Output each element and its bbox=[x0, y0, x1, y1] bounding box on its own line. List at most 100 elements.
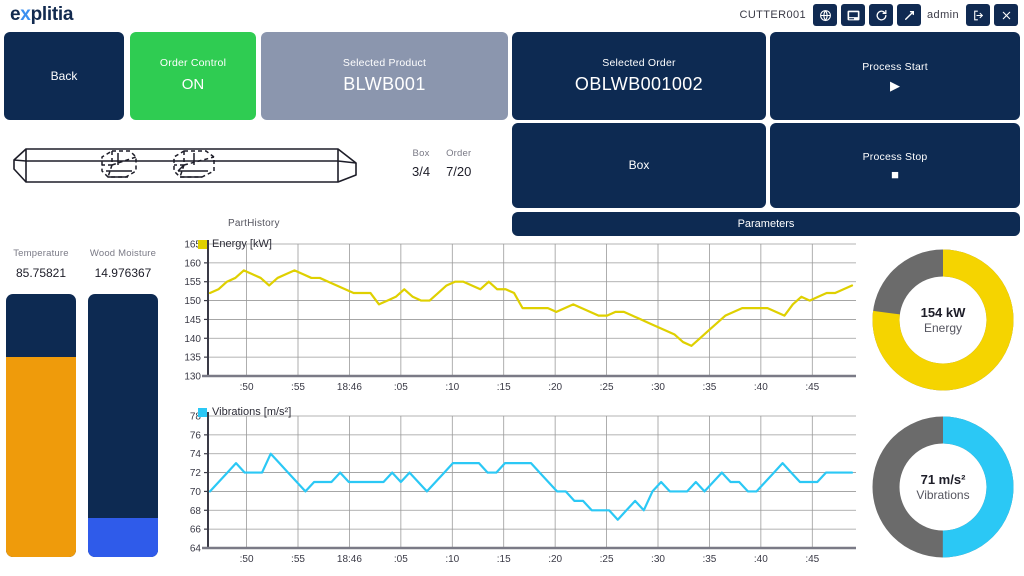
process-stop-title: Process Stop bbox=[862, 150, 928, 163]
order-control-title: Order Control bbox=[159, 57, 227, 70]
gauge-wood-moisture: Wood Moisture 14.976367 bbox=[88, 248, 158, 557]
counter-order-value: 7/20 bbox=[446, 164, 472, 179]
svg-text::15: :15 bbox=[497, 554, 511, 565]
svg-text::50: :50 bbox=[240, 554, 254, 565]
process-dashboard: explitia CUTTER001 admin Back Order Cont… bbox=[0, 0, 1024, 576]
legend-vibrations: Vibrations [m/s²] bbox=[198, 406, 291, 418]
svg-text::55: :55 bbox=[291, 554, 305, 565]
edit-icon[interactable] bbox=[897, 4, 922, 26]
box-button[interactable]: Box bbox=[512, 123, 766, 208]
svg-text::55: :55 bbox=[291, 382, 305, 393]
energy-donut-chart: 154 kW Energy bbox=[868, 245, 1018, 395]
gauge-temperature-label: Temperature bbox=[13, 248, 69, 259]
svg-text:150: 150 bbox=[184, 296, 201, 307]
vibrations-donut-chart: 71 m/s² Vibrations bbox=[868, 412, 1018, 562]
counter-box: Box 3/4 bbox=[412, 148, 430, 179]
svg-text::45: :45 bbox=[805, 554, 819, 565]
process-start-button[interactable]: Process Start ▶ bbox=[770, 32, 1020, 120]
svg-text::40: :40 bbox=[754, 382, 768, 393]
svg-text:64: 64 bbox=[190, 544, 202, 555]
counter-box-title: Box bbox=[412, 148, 430, 159]
counter-order: Order 7/20 bbox=[446, 148, 471, 179]
svg-text:145: 145 bbox=[184, 315, 201, 326]
energy-donut-svg bbox=[872, 249, 1014, 391]
refresh-icon[interactable] bbox=[869, 4, 894, 26]
svg-text:130: 130 bbox=[184, 372, 201, 383]
svg-text:68: 68 bbox=[190, 506, 202, 517]
energy-line-chart: 130135140145150155160165:50:55 18:46:05:1… bbox=[184, 240, 856, 393]
svg-text:18:46: 18:46 bbox=[337, 382, 362, 393]
gauge-temperature-value: 85.75821 bbox=[15, 266, 67, 280]
svg-text::20: :20 bbox=[548, 554, 562, 565]
beam-diagram bbox=[13, 148, 357, 183]
app-header: explitia CUTTER001 admin bbox=[0, 0, 1024, 30]
counters: Box 3/4 Order 7/20 bbox=[412, 148, 471, 179]
svg-text:18:46: 18:46 bbox=[337, 554, 362, 565]
svg-text::25: :25 bbox=[600, 554, 614, 565]
back-button-label: Back bbox=[50, 68, 78, 83]
machine-id-label: CUTTER001 bbox=[739, 9, 807, 21]
svg-text:76: 76 bbox=[190, 430, 202, 441]
svg-text::05: :05 bbox=[394, 554, 408, 565]
order-control-value: ON bbox=[181, 76, 205, 94]
process-stop-button[interactable]: Process Stop ■ bbox=[770, 123, 1020, 208]
svg-text::35: :35 bbox=[702, 554, 716, 565]
svg-text::25: :25 bbox=[600, 382, 614, 393]
svg-text::35: :35 bbox=[702, 382, 716, 393]
header-actions: CUTTER001 admin bbox=[737, 4, 1018, 26]
svg-text::50: :50 bbox=[240, 382, 254, 393]
svg-text::40: :40 bbox=[754, 554, 768, 565]
gauge-wood-moisture-bar bbox=[88, 294, 158, 557]
app-logo: explitia bbox=[10, 4, 74, 25]
selected-order-title: Selected Order bbox=[602, 56, 676, 69]
svg-text:70: 70 bbox=[190, 487, 202, 498]
logout-icon[interactable] bbox=[966, 4, 990, 26]
svg-text:74: 74 bbox=[190, 449, 202, 460]
svg-text:160: 160 bbox=[184, 258, 201, 269]
box-button-label: Box bbox=[628, 158, 650, 173]
selected-order-button[interactable]: Selected Order OBLWB001002 bbox=[512, 32, 766, 120]
chart-section-title: PartHistory bbox=[228, 218, 280, 229]
legend-energy-swatch bbox=[198, 239, 207, 249]
legend-vibrations-swatch bbox=[198, 407, 207, 417]
gauge-temperature: Temperature 85.75821 bbox=[6, 248, 76, 557]
selected-order-value: OBLWB001002 bbox=[574, 73, 704, 94]
gauges: Temperature 85.75821 Wood Moisture 14.97… bbox=[6, 248, 161, 557]
stop-icon: ■ bbox=[891, 167, 899, 183]
svg-text::30: :30 bbox=[651, 554, 665, 565]
order-control-button[interactable]: Order Control ON bbox=[130, 32, 256, 120]
svg-text::10: :10 bbox=[445, 382, 459, 393]
gauge-wood-moisture-fill bbox=[88, 517, 158, 557]
play-icon: ▶ bbox=[890, 77, 900, 93]
svg-text::45: :45 bbox=[805, 382, 819, 393]
svg-text:140: 140 bbox=[184, 334, 201, 345]
svg-text::15: :15 bbox=[497, 382, 511, 393]
gauge-temperature-fill bbox=[6, 357, 76, 557]
svg-text::10: :10 bbox=[445, 554, 459, 565]
legend-energy: Energy [kW] bbox=[198, 238, 272, 250]
vibrations-donut-svg bbox=[872, 416, 1014, 558]
svg-text:135: 135 bbox=[184, 353, 201, 364]
selected-product-button[interactable]: Selected Product BLWB001 bbox=[261, 32, 508, 120]
selected-product-value: BLWB001 bbox=[343, 73, 426, 94]
gauge-wood-moisture-label: Wood Moisture bbox=[89, 248, 157, 259]
back-button[interactable]: Back bbox=[4, 32, 124, 120]
parameters-button-label: Parameters bbox=[737, 217, 795, 230]
selected-product-title: Selected Product bbox=[342, 56, 427, 69]
svg-text::05: :05 bbox=[394, 382, 408, 393]
gauge-wood-moisture-value: 14.976367 bbox=[94, 266, 152, 280]
close-icon[interactable] bbox=[994, 4, 1018, 26]
globe-icon[interactable] bbox=[813, 4, 838, 26]
screenshot-icon[interactable] bbox=[841, 4, 866, 26]
counter-order-title: Order bbox=[446, 148, 472, 159]
svg-text::30: :30 bbox=[651, 382, 665, 393]
legend-vibrations-label: Vibrations [m/s²] bbox=[212, 406, 292, 418]
user-label: admin bbox=[927, 9, 959, 21]
svg-text::20: :20 bbox=[548, 382, 562, 393]
parameters-button[interactable]: Parameters bbox=[512, 212, 1020, 236]
process-start-title: Process Start bbox=[862, 61, 928, 74]
gauge-temperature-bar bbox=[6, 294, 76, 557]
svg-text:72: 72 bbox=[190, 468, 202, 479]
svg-text:155: 155 bbox=[184, 277, 201, 288]
logo-accent: x bbox=[20, 4, 31, 25]
